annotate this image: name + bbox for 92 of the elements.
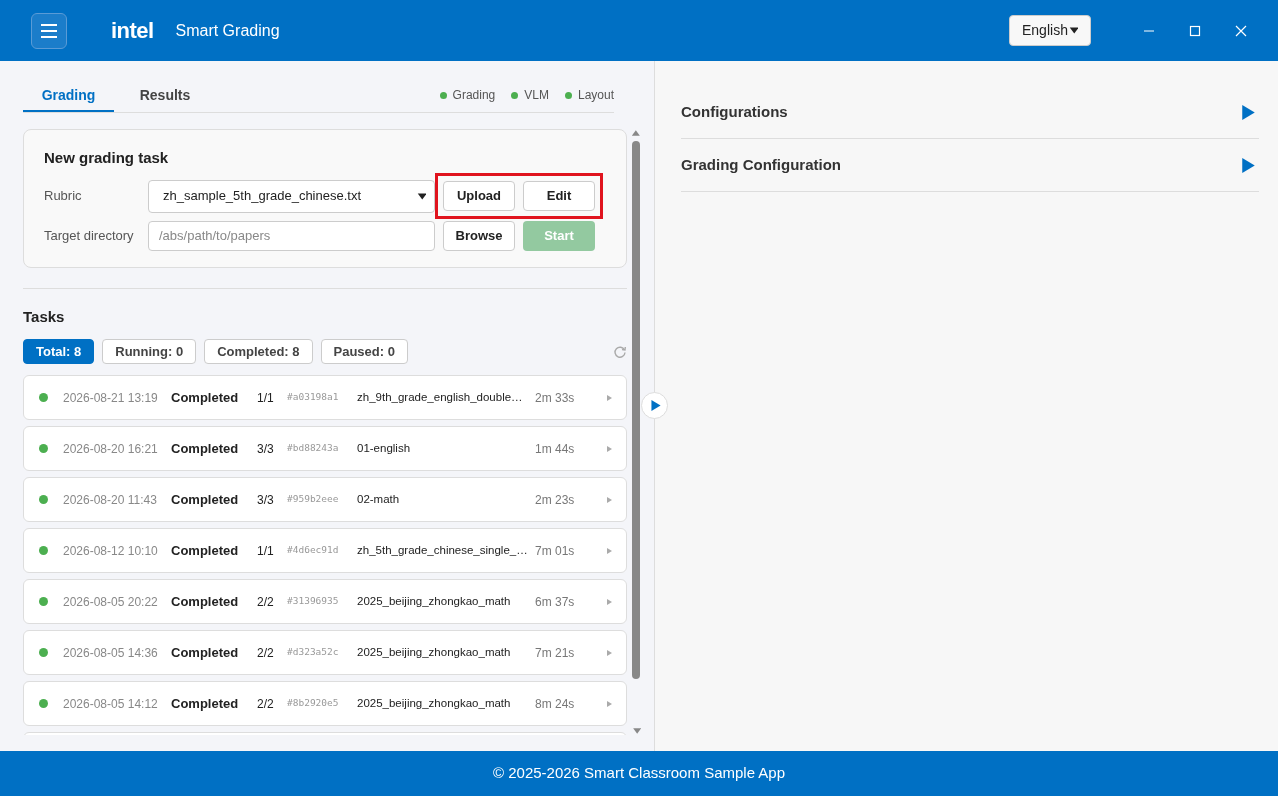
task-row[interactable]: 2026-08-05 14:12 Completed 2/2 #8b2920e5 2025_beijing_zhongkao_math 8m 24s xyxy=(23,681,627,726)
task-status: Completed xyxy=(171,694,240,713)
task-count: 2/2 xyxy=(257,695,275,713)
edit-button[interactable]: Edit xyxy=(523,181,595,211)
task-duration: 7m 01s xyxy=(535,542,576,560)
service-label: Grading xyxy=(452,87,496,104)
task-row[interactable]: 2026-08-20 16:21 Completed 3/3 #bd88243a 01-english 1m 44s xyxy=(23,426,627,471)
menu-button[interactable] xyxy=(31,12,67,49)
field-label: Rubric xyxy=(44,187,83,206)
task-status: Completed xyxy=(171,439,240,458)
task-duration: 7m 21s xyxy=(535,644,576,662)
play-icon xyxy=(607,394,612,401)
task-duration: 2m 23s xyxy=(535,491,576,509)
chevron-down-icon xyxy=(417,191,426,201)
language-select[interactable]: English xyxy=(1009,15,1091,46)
task-status: Completed xyxy=(171,490,240,509)
task-date: 2026-08-05 20:22 xyxy=(63,593,159,611)
arrow-up-icon xyxy=(631,129,641,137)
task-id: #8b2920e5 xyxy=(287,696,340,711)
task-name: 02-math xyxy=(357,491,401,507)
task-row[interactable]: 2026-08-05 20:22 Completed 2/2 #31396935 2025_beijing_zhongkao_math 6m 37s xyxy=(23,579,627,624)
task-duration: 6m 37s xyxy=(535,593,576,611)
task-count: 3/3 xyxy=(257,491,275,509)
play-icon xyxy=(607,649,612,656)
task-count: 1/1 xyxy=(257,542,275,560)
play-icon xyxy=(607,445,612,452)
filter-chip[interactable]: Total: 8 xyxy=(23,339,95,364)
task-status: Completed xyxy=(171,388,240,407)
scrollbar[interactable] xyxy=(630,129,642,735)
app-title: Smart Grading xyxy=(175,20,280,41)
task-name: 2025_beijing_zhongkao_math xyxy=(357,644,512,660)
task-id: #bd88243a xyxy=(287,441,340,456)
filter-chip[interactable]: Completed: 8 xyxy=(204,339,313,364)
task-date: 2026-08-21 13:19 xyxy=(63,389,159,407)
task-duration: 8m 24s xyxy=(535,695,576,713)
task-id: #959b2eee xyxy=(287,492,340,507)
service-label: Layout xyxy=(577,87,614,104)
task-status: Completed xyxy=(171,541,240,560)
arrow-down-icon xyxy=(631,727,641,735)
chevron-down-icon xyxy=(1069,26,1078,35)
task-date: 2026-08-12 10:10 xyxy=(63,542,159,560)
logo: intel xyxy=(111,17,154,45)
play-icon xyxy=(1242,104,1255,120)
task-row[interactable]: 2026-08-20 11:43 Completed 3/3 #959b2eee 02-math 2m 23s xyxy=(23,477,627,522)
task-id: #a03198a1 xyxy=(287,390,340,405)
task-date: 2026-08-20 11:43 xyxy=(63,491,158,509)
card-title: New grading task xyxy=(44,148,170,168)
close-icon[interactable] xyxy=(1235,24,1247,37)
accordion-header[interactable]: Grading Configuration xyxy=(681,139,1259,192)
footer-text: © 2025-2026 Smart Classroom Sample App xyxy=(493,763,785,784)
task-status: Completed xyxy=(171,643,240,662)
task-count: 1/1 xyxy=(257,389,275,407)
task-name: 2025_beijing_zhongkao_math xyxy=(357,593,512,609)
task-id: #d323a52c xyxy=(287,645,340,660)
filter-chip[interactable]: Paused: 0 xyxy=(320,339,408,364)
task-count: 2/2 xyxy=(257,644,275,662)
directory-field[interactable]: /abs/path/to/papers xyxy=(148,220,435,251)
upload-button[interactable]: Upload xyxy=(443,181,515,211)
task-id: #31396935 xyxy=(287,594,340,609)
browse-button[interactable]: Browse xyxy=(443,220,515,251)
task-count: 3/3 xyxy=(257,440,275,458)
task-row[interactable]: 2026-08-12 10:10 Completed 1/1 #4d6ec91d zh_5th_grade_chinese_single_… 7m 01s xyxy=(23,528,627,573)
section-title: Tasks xyxy=(23,306,66,327)
task-row[interactable]: 2026-08-05 14:36 Completed 2/2 #d323a52c 2025_beijing_zhongkao_math 7m 21s xyxy=(23,630,627,675)
field-label: Target directory xyxy=(44,226,135,245)
task-name: 2025_beijing_zhongkao_math xyxy=(357,695,512,711)
task-date: 2026-08-05 14:36 xyxy=(63,644,159,662)
task-name: zh_9th_grade_english_double… xyxy=(357,389,524,405)
play-icon xyxy=(1242,157,1255,173)
menu-icon xyxy=(40,23,58,38)
task-duration: 1m 44s xyxy=(535,440,576,458)
filter-chip[interactable]: Running: 0 xyxy=(102,339,197,364)
play-icon xyxy=(650,400,661,411)
task-row[interactable]: 2026-08-21 13:19 Completed 1/1 #a03198a1 zh_9th_grade_english_double… 2m 33s xyxy=(23,375,627,420)
accordion-header[interactable]: Configurations xyxy=(681,86,1259,139)
play-icon xyxy=(607,598,612,605)
maximize-icon[interactable] xyxy=(1189,24,1201,37)
task-date: 2026-08-05 14:12 xyxy=(63,695,159,713)
task-name: 01-english xyxy=(357,440,412,456)
tab[interactable]: Grading xyxy=(23,81,114,112)
task-status: Completed xyxy=(171,592,240,611)
task-count: 2/2 xyxy=(257,593,275,611)
play-icon xyxy=(607,547,612,554)
tab[interactable]: Results xyxy=(114,81,216,112)
task-duration: 2m 33s xyxy=(535,389,576,407)
play-icon xyxy=(607,496,612,503)
task-name: zh_5th_grade_chinese_single_… xyxy=(357,542,529,558)
rubric-select[interactable]: zh_sample_5th_grade_chinese.txt xyxy=(148,179,435,213)
play-icon xyxy=(607,700,612,707)
task-id: #4d6ec91d xyxy=(287,543,340,558)
task-date: 2026-08-20 16:21 xyxy=(63,440,159,458)
service-label: VLM xyxy=(524,87,549,104)
